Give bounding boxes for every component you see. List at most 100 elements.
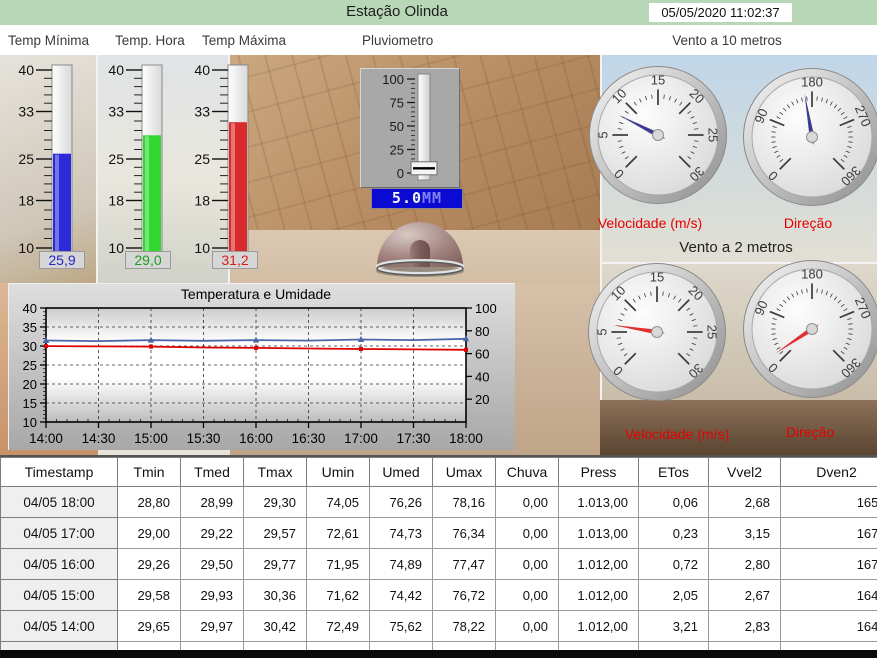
row-cell: 1.012,00 <box>559 611 639 642</box>
col-header-timestamp: Timestamp <box>1 458 118 487</box>
svg-text:0: 0 <box>397 166 404 181</box>
svg-text:15: 15 <box>23 396 37 411</box>
row-cell: 1.013,00 <box>559 487 639 518</box>
row-cell: 1.012,00 <box>559 549 639 580</box>
label-pluviometro: Pluviometro <box>362 33 433 48</box>
label-wind2-direction: Direção <box>750 424 870 440</box>
station-title: Estação Olinda <box>297 3 497 20</box>
row-timestamp: 04/05 13:00 <box>1 642 118 651</box>
row-cell: 1.013,00 <box>559 518 639 549</box>
label-temp-maxima: Temp Máxima <box>202 33 286 48</box>
row-cell: 1.012,00 <box>559 580 639 611</box>
label-vento-2-metros: Vento a 2 metros <box>656 239 816 256</box>
table-row: 04/05 14:0029,6529,9730,4272,4975,6278,2… <box>1 611 877 642</box>
gauge-wind2-speed: 051015202530 <box>587 262 727 407</box>
svg-text:25: 25 <box>23 358 37 373</box>
col-header-umax: Umax <box>433 458 496 487</box>
svg-text:33: 33 <box>194 104 210 120</box>
svg-text:60: 60 <box>475 347 489 362</box>
row-cell: 29,57 <box>244 518 307 549</box>
svg-text:50: 50 <box>390 119 404 134</box>
row-timestamp: 04/05 16:00 <box>1 549 118 580</box>
weather-station-dashboard: Estação Olinda 05/05/2020 11:02:37 Temp … <box>0 0 877 658</box>
svg-text:33: 33 <box>18 104 34 120</box>
row-cell: 29,65 <box>118 611 181 642</box>
row-timestamp: 04/05 17:00 <box>1 518 118 549</box>
svg-text:18: 18 <box>18 193 34 209</box>
col-header-tmin: Tmin <box>118 458 181 487</box>
label-wind2-speed: Velocidade (m/s) <box>607 426 747 442</box>
row-cell: 28,80 <box>118 487 181 518</box>
temp-minima-value: 25,9 <box>39 251 85 269</box>
row-cell: 76,72 <box>433 580 496 611</box>
svg-text:100: 100 <box>475 301 497 316</box>
row-cell: 0,06 <box>639 487 709 518</box>
row-cell: 0,72 <box>639 549 709 580</box>
svg-text:40: 40 <box>194 62 210 78</box>
row-cell: 74,05 <box>307 487 370 518</box>
temp-hora-value: 29,0 <box>125 251 171 269</box>
table-header-row: TimestampTminTmedTmaxUminUmedUmaxChuvaPr… <box>1 458 877 487</box>
row-cell: 72,49 <box>307 611 370 642</box>
row-cell: 71,95 <box>307 549 370 580</box>
row-cell: 30,40 <box>181 642 244 651</box>
row-cell: 2,25 <box>709 642 781 651</box>
row-cell: 78,22 <box>433 611 496 642</box>
svg-text:40: 40 <box>18 62 34 78</box>
label-temp-hora: Temp. Hora <box>115 33 185 48</box>
rain-unit: MM <box>422 189 442 207</box>
data-table-container[interactable]: TimestampTminTmedTmaxUminUmedUmaxChuvaPr… <box>0 455 877 650</box>
row-cell: 76,26 <box>370 487 433 518</box>
header-bar: Estação Olinda 05/05/2020 11:02:37 <box>0 0 877 25</box>
svg-text:25: 25 <box>108 151 124 167</box>
row-cell: 30,36 <box>244 580 307 611</box>
table-row: 04/05 17:0029,0029,2229,5772,6174,7376,3… <box>1 518 877 549</box>
row-cell: 2,83 <box>709 611 781 642</box>
label-temp-minima: Temp Mínima <box>8 33 89 48</box>
svg-text:16:00: 16:00 <box>239 431 273 446</box>
svg-text:5: 5 <box>594 328 609 335</box>
svg-text:15:30: 15:30 <box>187 431 221 446</box>
svg-text:20: 20 <box>23 377 37 392</box>
svg-text:80: 80 <box>475 324 489 339</box>
row-cell: 72,61 <box>307 518 370 549</box>
row-cell: 30,42 <box>244 611 307 642</box>
row-cell: 30,70 <box>244 642 307 651</box>
col-header-press: Press <box>559 458 639 487</box>
row-cell: 77,47 <box>433 549 496 580</box>
svg-text:10: 10 <box>194 240 210 256</box>
label-wind10-direction: Direção <box>748 215 868 231</box>
thermometer-temp-maxima: 4033251810 <box>182 62 262 262</box>
svg-text:18:00: 18:00 <box>449 431 483 446</box>
svg-text:14:30: 14:30 <box>82 431 116 446</box>
label-wind10-speed: Velocidade (m/s) <box>580 215 720 231</box>
pluviometer-slider-panel: 1007550250 <box>360 68 460 188</box>
svg-text:17:30: 17:30 <box>397 431 431 446</box>
row-cell: 0,00 <box>496 518 559 549</box>
chart-canvas: 101520253035402040608010014:0014:3015:00… <box>9 284 515 456</box>
svg-text:15:00: 15:00 <box>134 431 168 446</box>
data-table: TimestampTminTmedTmaxUminUmedUmaxChuvaPr… <box>0 457 877 650</box>
svg-text:15: 15 <box>651 72 665 87</box>
svg-text:25: 25 <box>705 325 720 339</box>
col-header-umin: Umin <box>307 458 370 487</box>
rain-value: 5.0 <box>392 189 422 207</box>
table-row: 04/05 13:0030,1130,4030,7071,7774,2176,4… <box>1 642 877 651</box>
temperature-humidity-chart: 101520253035402040608010014:0014:3015:00… <box>8 283 515 450</box>
row-timestamp: 04/05 14:00 <box>1 611 118 642</box>
col-header-chuva: Chuva <box>496 458 559 487</box>
row-cell: 164, <box>781 580 877 611</box>
thermometer-temp-minima: 4033251810 <box>6 62 86 262</box>
row-cell: 4,01 <box>639 642 709 651</box>
row-cell: 0,00 <box>496 549 559 580</box>
thermometer-temp-hora: 4033251810 <box>96 62 176 262</box>
pluviometer-scale[interactable]: 1007550250 <box>361 69 461 187</box>
row-cell: 2,67 <box>709 580 781 611</box>
table-row: 04/05 18:0028,8028,9929,3074,0576,2678,1… <box>1 487 877 518</box>
svg-text:40: 40 <box>475 369 489 384</box>
svg-text:75: 75 <box>390 96 404 111</box>
gauge-wind10-speed: 051015202530 <box>588 65 728 210</box>
col-header-dven2: Dven2 <box>781 458 877 487</box>
slider-thumb <box>411 162 437 175</box>
rain-sensor-dome-icon <box>374 216 466 278</box>
